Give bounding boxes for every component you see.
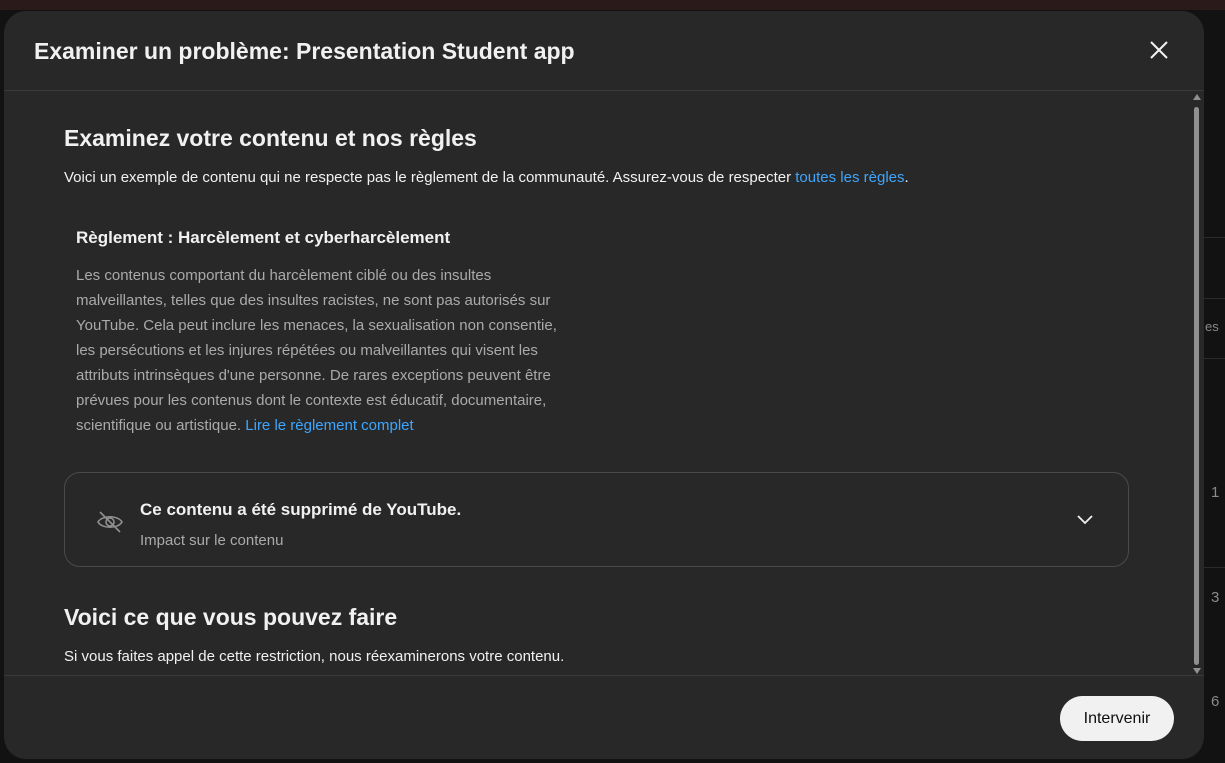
options-text: Si vous faites appel de cette restrictio… [64, 648, 565, 665]
close-button[interactable] [1144, 35, 1174, 65]
impact-title: Ce contenu a été supprimé de YouTube. [140, 500, 462, 519]
content-impact-card[interactable]: Ce contenu a été supprimé de YouTube. Im… [64, 472, 1129, 567]
policy-description: Les contenus comportant du harcèlement c… [76, 263, 606, 438]
policy-line: attributs intrinsèques d'une personne. D… [76, 367, 551, 384]
scrollbar-thumb[interactable] [1194, 107, 1199, 665]
background-divider [1203, 237, 1225, 238]
background-text: es [1205, 319, 1219, 334]
policy-title: Règlement : Harcèlement et cyberharcèlem… [76, 228, 451, 247]
policy-line: les persécutions et les injures répétées… [76, 342, 538, 359]
close-icon [1150, 41, 1168, 59]
policy-line: scientifique ou artistique. [76, 417, 246, 434]
policy-line: YouTube. Cela peut inclure les menaces, … [76, 317, 557, 334]
dialog-header: Examiner un problème: Presentation Stude… [4, 11, 1204, 91]
review-heading: Examinez votre contenu et nos règles [64, 125, 477, 151]
options-heading: Voici ce que vous pouvez faire [64, 604, 398, 630]
dialog-title: Examiner un problème: Presentation Stude… [34, 38, 575, 64]
chevron-down-icon[interactable] [1075, 513, 1095, 527]
impact-subtitle: Impact sur le contenu [140, 532, 284, 549]
dialog-footer: Intervenir [4, 675, 1204, 759]
policy-line: Les contenus comportant du harcèlement c… [76, 267, 492, 284]
dialog-content: Examinez votre contenu et nos règles Voi… [4, 91, 1204, 675]
review-issue-dialog: Examiner un problème: Presentation Stude… [4, 11, 1204, 759]
background-divider [1203, 567, 1225, 568]
dialog-scrollbar[interactable] [1192, 93, 1202, 675]
take-action-button[interactable]: Intervenir [1060, 696, 1174, 741]
all-rules-link[interactable]: toutes les règles [795, 169, 904, 186]
background-divider [1203, 298, 1225, 299]
scroll-up-arrow-icon[interactable] [1193, 93, 1201, 101]
scroll-down-arrow-icon[interactable] [1193, 667, 1201, 675]
background-text: 1 [1211, 484, 1220, 501]
policy-line: prévues pour les contenus dont le contex… [76, 392, 547, 409]
background-text: 3 [1211, 589, 1220, 606]
review-intro-end: . [904, 169, 909, 186]
policy-line: malveillantes, telles que des insultes r… [76, 292, 551, 309]
background-divider [1203, 358, 1225, 359]
policy-line-last: scientifique ou artistique. Lire le règl… [76, 413, 606, 438]
read-full-policy-link[interactable]: Lire le règlement complet [245, 417, 413, 434]
background-text: 6 [1211, 693, 1220, 710]
review-intro-text: Voici un exemple de contenu qui ne respe… [64, 169, 796, 186]
review-intro: Voici un exemple de contenu qui ne respe… [64, 169, 909, 186]
eye-off-icon [97, 511, 123, 533]
background-top-bar [0, 0, 1225, 10]
